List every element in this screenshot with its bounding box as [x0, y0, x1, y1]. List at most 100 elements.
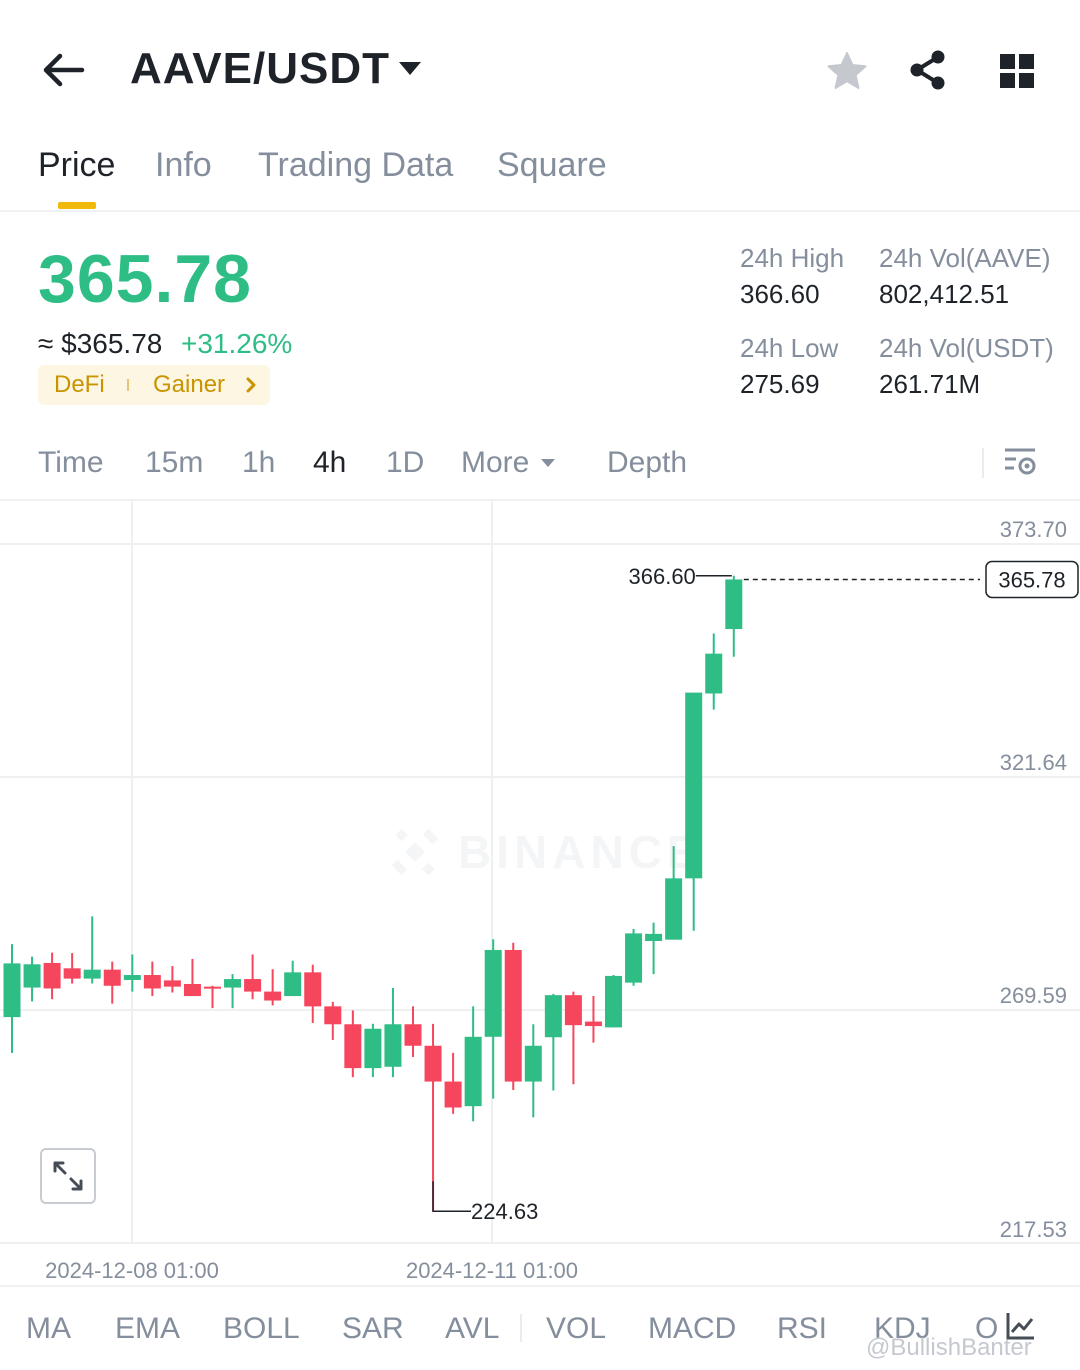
candle-body	[564, 995, 582, 1026]
candle-body	[625, 933, 643, 983]
candle-body	[504, 949, 522, 1082]
x-tick-label: 2024-12-11 01:00	[406, 1258, 578, 1283]
watermark-text: BINANCE	[458, 826, 703, 878]
chevron-right-icon[interactable]	[244, 375, 258, 395]
candle-body	[605, 975, 622, 1028]
low-marker-line	[432, 1181, 472, 1212]
tab-square[interactable]: Square	[497, 146, 607, 185]
tab-price[interactable]: Price	[38, 146, 115, 185]
interval-time[interactable]: Time	[38, 446, 104, 480]
candle-body	[364, 1028, 382, 1069]
tab-info[interactable]: Info	[155, 146, 212, 185]
tag-chip[interactable]: DeFi Gainer	[38, 365, 270, 405]
indicator-rsi[interactable]: RSI	[777, 1312, 827, 1346]
candle-body	[143, 975, 161, 989]
interval-more[interactable]: More	[461, 446, 529, 480]
candle-body	[163, 980, 181, 987]
expand-chart-button[interactable]	[40, 1148, 96, 1204]
vol-base-value: 802,412.51	[879, 279, 1010, 309]
vol-quote-value: 261.71M	[879, 369, 981, 399]
grid-icon[interactable]	[998, 52, 1036, 90]
vol-quote-label: 24h Vol(USDT)	[879, 333, 1054, 363]
caret-down-icon[interactable]	[540, 457, 556, 469]
y-tick-label: 269.59	[1000, 983, 1067, 1008]
star-icon[interactable]	[826, 50, 868, 92]
candle-body	[705, 653, 723, 694]
candle-body	[584, 1021, 602, 1027]
last-price-label: 365.78	[998, 567, 1065, 592]
low-value: 275.69	[740, 369, 820, 399]
divider	[0, 1285, 1080, 1287]
tab-trading-data[interactable]: Trading Data	[258, 146, 453, 185]
candles-group	[3, 575, 743, 1212]
fiat-price: ≈ $365.78	[38, 328, 163, 359]
candle-body	[685, 692, 703, 879]
chart-settings-icon[interactable]	[1002, 444, 1038, 480]
indicator-ema[interactable]: EMA	[115, 1312, 180, 1346]
back-arrow-icon[interactable]	[40, 50, 86, 90]
indicator-avl[interactable]: AVL	[445, 1312, 499, 1346]
interval-4h[interactable]: 4h	[313, 446, 346, 480]
x-tick-label: 2024-12-08 01:00	[45, 1258, 219, 1283]
candle-body	[224, 979, 242, 988]
divider	[982, 448, 984, 478]
candle-body	[3, 963, 21, 1018]
top-tabs: Price Info Trading Data Square	[0, 130, 1080, 212]
candle-body	[123, 975, 141, 980]
candle-body	[264, 991, 282, 1001]
candle-body	[484, 949, 502, 1037]
candle-body	[183, 983, 201, 997]
credit-watermark: @BullishBanter	[866, 1334, 1032, 1361]
y-tick-label: 217.53	[1000, 1217, 1067, 1242]
pair-title[interactable]: AAVE/USDT	[130, 44, 390, 94]
vol-base-label: 24h Vol(AAVE)	[879, 243, 1051, 273]
high-marker-label: 366.60	[629, 564, 696, 589]
candle-body	[404, 1024, 422, 1046]
low-marker-label: 224.63	[471, 1199, 538, 1224]
candle-body	[103, 969, 121, 986]
caret-down-icon[interactable]	[396, 58, 424, 78]
last-price: 365.78	[38, 241, 252, 317]
binance-watermark: BINANCE	[391, 826, 703, 878]
header: AAVE/USDT	[0, 0, 1080, 130]
candle-body	[23, 964, 41, 988]
candle-body	[83, 969, 101, 979]
candle-body	[304, 972, 322, 1007]
interval-15m[interactable]: 15m	[145, 446, 203, 480]
candle-body	[544, 995, 562, 1038]
candle-body	[665, 878, 683, 940]
interval-1h[interactable]: 1h	[242, 446, 275, 480]
high-label: 24h High	[740, 243, 845, 273]
candle-body	[424, 1045, 442, 1082]
candle-body	[645, 933, 663, 942]
price-change-percent: +31.26%	[181, 328, 293, 359]
candlestick-chart[interactable]: BINANCE 373.70 321.64 269.59 217.53 2024…	[0, 500, 1080, 1286]
indicator-ma[interactable]: MA	[26, 1312, 71, 1346]
candle-body	[725, 579, 743, 630]
interval-1d[interactable]: 1D	[386, 446, 424, 480]
candle-body	[284, 972, 302, 997]
indicator-vol[interactable]: VOL	[546, 1312, 606, 1346]
active-tab-indicator	[58, 202, 96, 209]
expand-icon	[53, 1161, 83, 1191]
candle-body	[324, 1006, 342, 1025]
tag-divider	[127, 379, 129, 391]
tag-gainer[interactable]: Gainer	[153, 371, 225, 399]
interval-depth[interactable]: Depth	[607, 446, 687, 480]
indicator-macd[interactable]: MACD	[648, 1312, 736, 1346]
candle-body	[63, 968, 81, 979]
low-label: 24h Low	[740, 333, 839, 363]
indicator-sar[interactable]: SAR	[342, 1312, 404, 1346]
candle-body	[344, 1024, 362, 1069]
candle-body	[524, 1045, 542, 1082]
high-value: 366.60	[740, 279, 820, 309]
indicator-boll[interactable]: BOLL	[223, 1312, 300, 1346]
candle-body	[244, 979, 262, 992]
share-icon[interactable]	[906, 48, 950, 92]
candle-body	[464, 1036, 482, 1107]
y-tick-label: 321.64	[1000, 750, 1067, 775]
candle-body	[384, 1024, 402, 1067]
candle-body	[444, 1081, 462, 1108]
candle-body	[43, 962, 61, 989]
tag-defi[interactable]: DeFi	[54, 371, 105, 399]
